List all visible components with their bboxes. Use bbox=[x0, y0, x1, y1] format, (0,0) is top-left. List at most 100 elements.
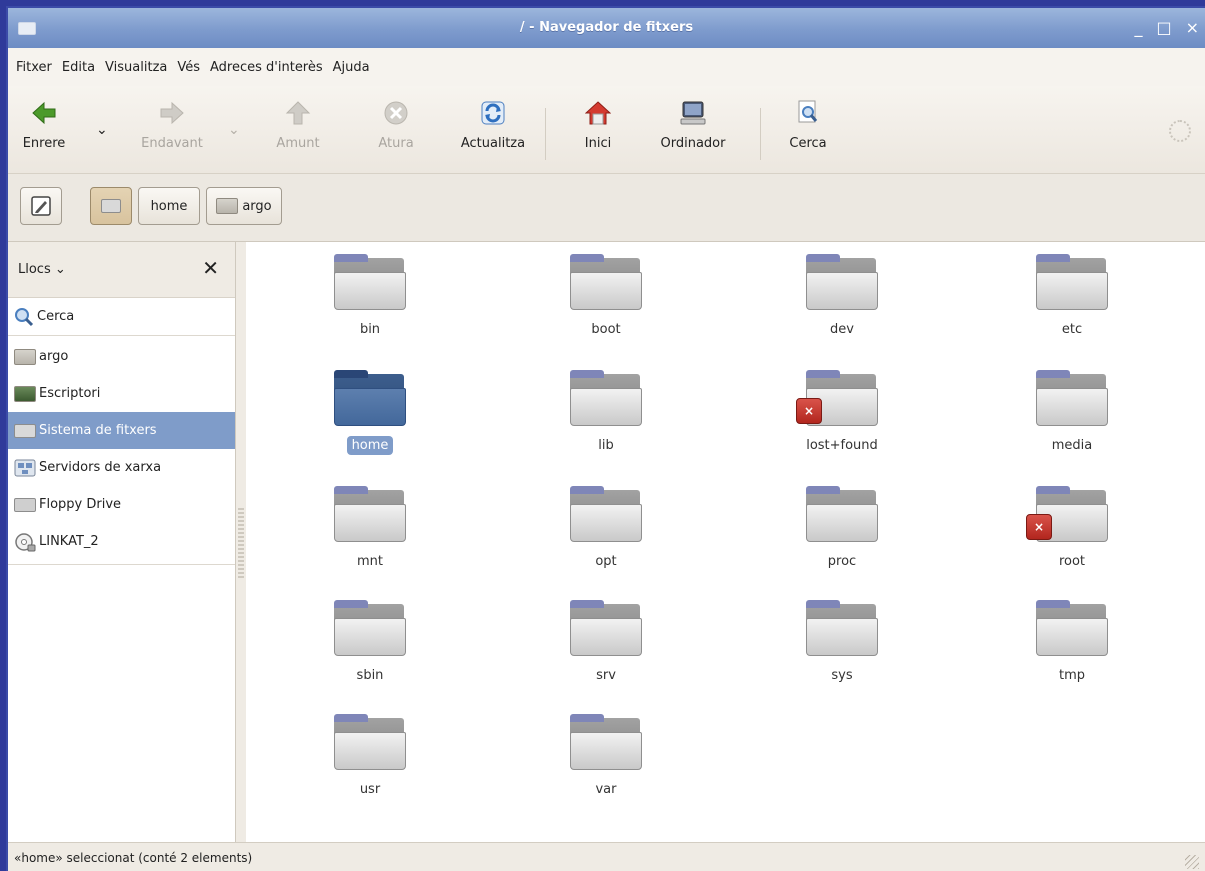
back-history-chevron-icon[interactable]: ⌄ bbox=[96, 122, 108, 138]
sidebar-item-linkat[interactable]: LINKAT_2 bbox=[8, 523, 235, 560]
folder-name: boot bbox=[591, 322, 621, 337]
toolbar-separator bbox=[760, 108, 761, 160]
folder-name: var bbox=[595, 782, 617, 797]
folder-item[interactable]: dev bbox=[782, 254, 902, 339]
folder-name: sbin bbox=[356, 668, 384, 683]
close-sidebar-icon[interactable]: ✕ bbox=[202, 256, 219, 280]
folder-item[interactable]: etc bbox=[1012, 254, 1132, 339]
forward-history-chevron-icon[interactable]: ⌄ bbox=[228, 122, 240, 138]
folder-item[interactable]: usr bbox=[310, 714, 430, 799]
forward-button[interactable]: Endavant bbox=[132, 100, 212, 164]
menu-file[interactable]: Fitxer bbox=[16, 60, 62, 75]
up-label: Amunt bbox=[276, 136, 320, 151]
folder-item[interactable]: srv bbox=[546, 600, 666, 685]
folder-icon bbox=[1036, 600, 1108, 656]
crumb-home-button[interactable]: home bbox=[138, 187, 200, 225]
folder-item[interactable]: × root bbox=[1012, 486, 1132, 571]
edit-pencil-icon bbox=[31, 196, 51, 216]
folder-name: usr bbox=[359, 782, 381, 797]
places-dropdown[interactable]: Llocs ⌄ bbox=[18, 262, 66, 277]
forward-arrow-icon bbox=[159, 100, 185, 126]
folder-item[interactable]: × lost+found bbox=[782, 370, 902, 455]
file-manager-window: / - Navegador de fitxers _ □ × Fitxer Ed… bbox=[6, 6, 1205, 871]
sidebar-item-label: Escriptori bbox=[39, 386, 101, 401]
folder-item[interactable]: var bbox=[546, 714, 666, 799]
location-bar: home argo bbox=[8, 174, 1205, 242]
toggle-location-entry-button[interactable] bbox=[20, 187, 62, 225]
sidebar-item-filesystem[interactable]: Sistema de fitxers bbox=[8, 412, 235, 449]
stop-button[interactable]: Atura bbox=[366, 100, 426, 164]
sidebar-item-argo[interactable]: argo bbox=[8, 338, 235, 375]
network-icon bbox=[14, 459, 36, 476]
folder-item[interactable]: tmp bbox=[1012, 600, 1132, 685]
resize-grip-icon[interactable] bbox=[1185, 855, 1199, 869]
folder-icon bbox=[570, 486, 642, 542]
menu-view[interactable]: Visualitza bbox=[105, 60, 177, 75]
sidebar-item-label: argo bbox=[39, 349, 69, 364]
menubar: Fitxer Edita Visualitza Vés Adreces d'in… bbox=[8, 48, 1205, 86]
folder-item[interactable]: opt bbox=[546, 486, 666, 571]
folder-icon bbox=[806, 254, 878, 310]
desktop-icon bbox=[14, 385, 36, 402]
folder-icon bbox=[570, 600, 642, 656]
throbber-icon bbox=[1169, 120, 1191, 142]
folder-icon bbox=[570, 714, 642, 770]
up-button[interactable]: Amunt bbox=[268, 100, 328, 164]
menu-bookmarks[interactable]: Adreces d'interès bbox=[210, 60, 333, 75]
folder-item[interactable]: lib bbox=[546, 370, 666, 455]
crumb-argo-button[interactable]: argo bbox=[206, 187, 282, 225]
sidebar-divider bbox=[8, 564, 235, 565]
folder-icon bbox=[334, 600, 406, 656]
computer-button[interactable]: Ordinador bbox=[648, 100, 738, 164]
sidebar-item-label: LINKAT_2 bbox=[39, 534, 99, 549]
search-icon bbox=[795, 100, 821, 126]
folder-icon bbox=[570, 370, 642, 426]
crumb-filesystem-button[interactable] bbox=[90, 187, 132, 225]
folder-item[interactable]: sys bbox=[782, 600, 902, 685]
crumb-argo-label: argo bbox=[242, 198, 272, 214]
minimize-button[interactable]: _ bbox=[1134, 18, 1142, 37]
folder-item[interactable]: bin bbox=[310, 254, 430, 339]
folder-item[interactable]: proc bbox=[782, 486, 902, 571]
sidebar-resize-handle[interactable] bbox=[238, 508, 244, 578]
folder-name: home bbox=[346, 436, 394, 455]
search-button[interactable]: Cerca bbox=[778, 100, 838, 164]
sidebar-item-network[interactable]: Servidors de xarxa bbox=[8, 449, 235, 486]
back-button[interactable]: Enrere bbox=[14, 100, 74, 164]
folder-name: dev bbox=[830, 322, 854, 337]
reload-button[interactable]: Actualitza bbox=[448, 100, 538, 164]
menu-edit[interactable]: Edita bbox=[62, 60, 105, 75]
no-access-emblem-icon: × bbox=[1026, 514, 1052, 540]
home-icon bbox=[584, 100, 612, 126]
folder-item[interactable]: sbin bbox=[310, 600, 430, 685]
maximize-button[interactable]: □ bbox=[1156, 18, 1171, 37]
sidebar-item-floppy[interactable]: Floppy Drive bbox=[8, 486, 235, 523]
folder-item[interactable]: mnt bbox=[310, 486, 430, 571]
folder-icon bbox=[570, 254, 642, 310]
folder-item[interactable]: media bbox=[1012, 370, 1132, 455]
sidebar-item-search[interactable]: Cerca bbox=[8, 298, 235, 336]
folder-item[interactable]: boot bbox=[546, 254, 666, 339]
folder-icon bbox=[1036, 370, 1108, 426]
close-button[interactable]: × bbox=[1186, 18, 1199, 37]
folder-name: root bbox=[1058, 554, 1086, 569]
folder-item[interactable]: home bbox=[310, 370, 430, 455]
folder-icon bbox=[806, 486, 878, 542]
folder-name: bin bbox=[359, 322, 381, 337]
floppy-icon bbox=[14, 497, 36, 512]
up-arrow-icon bbox=[285, 100, 311, 126]
home-button[interactable]: Inici bbox=[568, 100, 628, 164]
menu-help[interactable]: Ajuda bbox=[333, 60, 380, 75]
status-text: «home» seleccionat (conté 2 elements) bbox=[14, 851, 253, 865]
search-icon bbox=[15, 307, 34, 326]
sidebar-item-label: Floppy Drive bbox=[39, 497, 122, 512]
folder-name: sys bbox=[831, 668, 853, 683]
folder-name: lib bbox=[598, 438, 614, 453]
folder-icon bbox=[334, 714, 406, 770]
folder-name: lost+found bbox=[806, 438, 878, 453]
sidebar-item-desktop[interactable]: Escriptori bbox=[8, 375, 235, 412]
menu-go[interactable]: Vés bbox=[177, 60, 210, 75]
forward-label: Endavant bbox=[141, 136, 203, 151]
titlebar[interactable]: / - Navegador de fitxers _ □ × bbox=[8, 8, 1205, 48]
sidebar-item-label: Cerca bbox=[37, 309, 75, 324]
